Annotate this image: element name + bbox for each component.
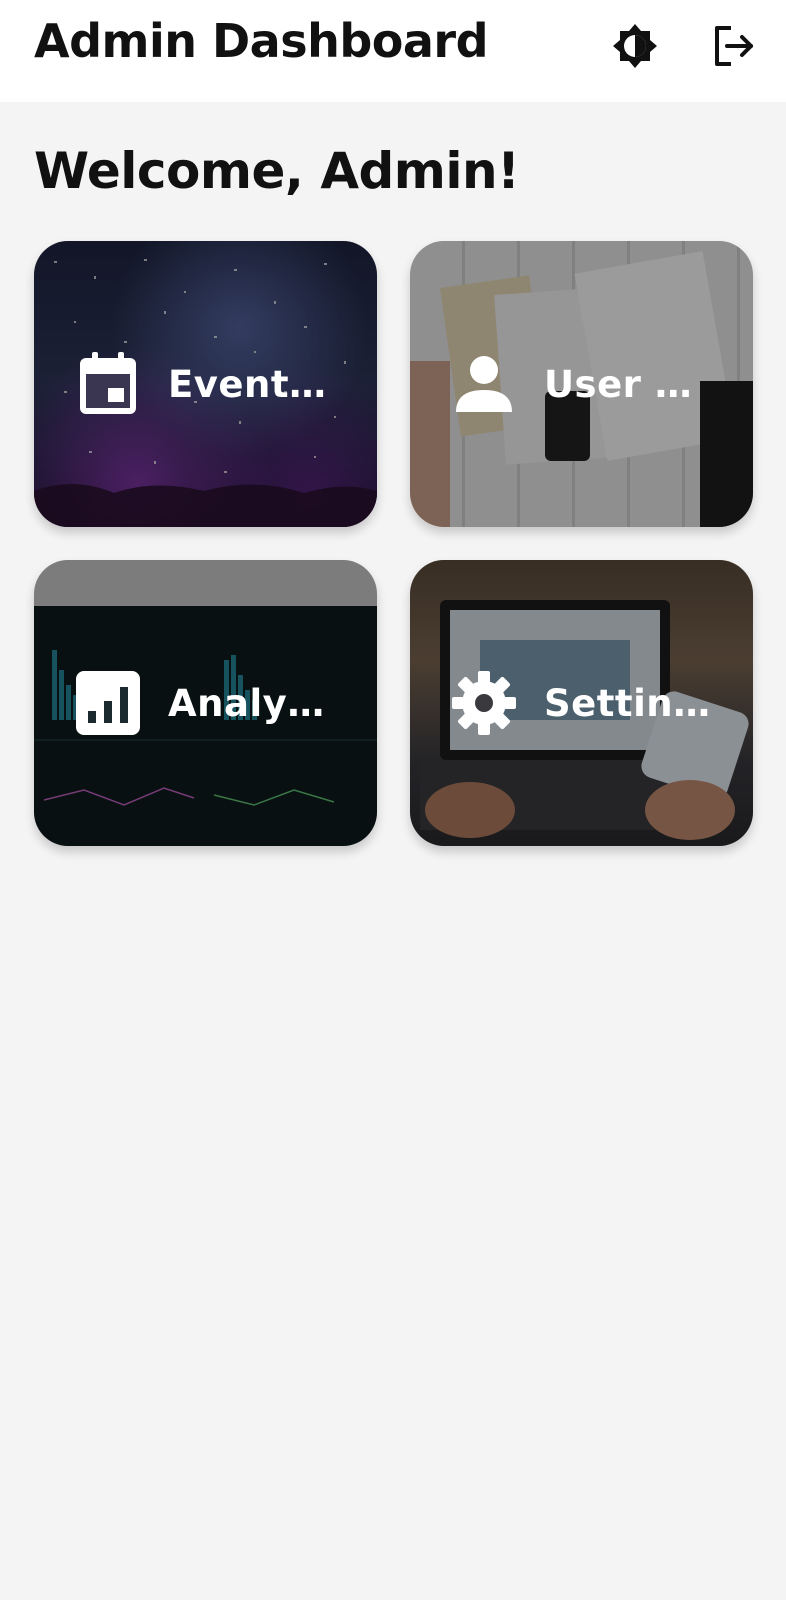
welcome-heading: Welcome, Admin! bbox=[34, 142, 520, 200]
card-label: Event ... bbox=[168, 362, 338, 406]
card-content: Analyti... bbox=[34, 560, 377, 846]
card-label: User Pr... bbox=[544, 362, 714, 406]
calendar-icon bbox=[80, 352, 136, 414]
card-events[interactable]: Event ... bbox=[34, 241, 377, 527]
card-analytics[interactable]: Analyti... bbox=[34, 560, 377, 846]
card-label: Analyti... bbox=[168, 681, 338, 725]
gear-icon bbox=[452, 671, 516, 735]
card-label: Settings bbox=[544, 681, 714, 725]
card-settings[interactable]: Settings bbox=[410, 560, 753, 846]
logout-button[interactable] bbox=[706, 18, 762, 74]
app-bar: Admin Dashboard bbox=[0, 0, 786, 102]
card-content: User Pr... bbox=[410, 241, 753, 527]
brightness-toggle-icon bbox=[613, 24, 657, 68]
theme-toggle-button[interactable] bbox=[607, 18, 663, 74]
card-user-profiles[interactable]: User Pr... bbox=[410, 241, 753, 527]
card-content: Event ... bbox=[34, 241, 377, 527]
page-title: Admin Dashboard bbox=[34, 14, 489, 68]
person-icon bbox=[456, 356, 512, 412]
logout-icon bbox=[715, 26, 753, 66]
card-content: Settings bbox=[410, 560, 753, 846]
bar-chart-icon bbox=[76, 671, 140, 735]
